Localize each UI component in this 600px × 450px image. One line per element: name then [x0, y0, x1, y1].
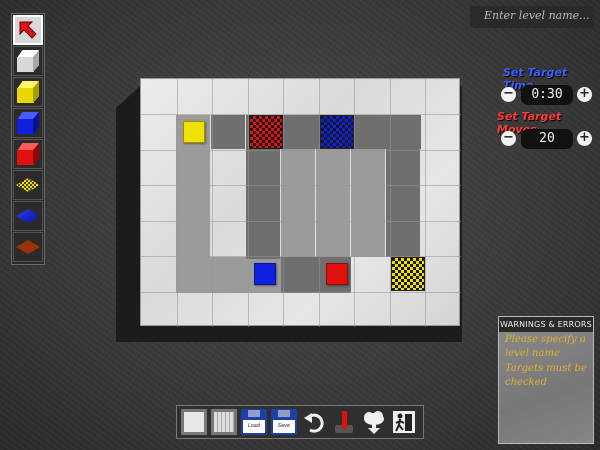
grid-frame-icon	[211, 409, 237, 435]
level-board[interactable]	[140, 78, 461, 327]
exit-button[interactable]	[390, 408, 418, 436]
red-cube-icon	[17, 143, 39, 165]
time-decrease-button[interactable]: −	[501, 87, 516, 102]
wall-frame-icon	[181, 409, 207, 435]
exit-door-icon	[393, 411, 415, 433]
grid-line	[141, 114, 461, 115]
time-increase-button[interactable]: +	[577, 87, 592, 102]
grid-line	[425, 79, 426, 327]
test-play-button[interactable]	[330, 408, 358, 436]
red-target-tool[interactable]	[13, 232, 43, 262]
grid-frame-button[interactable]	[210, 408, 238, 436]
level-name-input[interactable]: Enter level name...	[470, 6, 594, 28]
save-label: Save	[273, 420, 295, 433]
track-segment	[351, 149, 385, 257]
undo-arrow-icon	[304, 413, 324, 433]
moves-decrease-button[interactable]: −	[501, 131, 516, 146]
red-target-icon	[16, 240, 40, 254]
grid-line	[177, 79, 178, 327]
yellow-cube-tool[interactable]	[13, 77, 43, 107]
warning-item: Targets must be checked	[505, 363, 587, 388]
track-segment	[386, 149, 420, 257]
red-cube-tool[interactable]	[13, 139, 43, 169]
load-label: Load	[243, 420, 265, 433]
track-segment	[316, 149, 350, 257]
red-target[interactable]	[249, 115, 283, 149]
moves-increase-button[interactable]: +	[577, 131, 592, 146]
track-segment	[211, 115, 245, 149]
grid-line	[212, 79, 213, 327]
warnings-title: WARNINGS & ERRORS	[499, 317, 593, 332]
track-segment	[351, 115, 421, 149]
track-segment	[281, 149, 315, 257]
blue-block[interactable]	[254, 263, 276, 285]
white-cube-tool[interactable]	[13, 46, 43, 76]
grid-line	[354, 79, 355, 327]
bottom-toolbar: Load Save	[176, 405, 424, 439]
yellow-target-tool[interactable]	[13, 170, 43, 200]
arrow-tool[interactable]	[13, 15, 43, 45]
save-button[interactable]: Save	[270, 408, 298, 436]
white-cube-icon	[17, 50, 39, 72]
blue-cube-tool[interactable]	[13, 108, 43, 138]
warning-item: Please specify a level name	[505, 334, 586, 359]
yellow-target-icon	[16, 178, 40, 192]
blue-target-icon	[16, 209, 40, 223]
grid-line	[141, 185, 461, 186]
blue-target[interactable]	[320, 115, 354, 149]
wall-frame-button[interactable]	[180, 408, 208, 436]
undo-button[interactable]	[300, 408, 328, 436]
grid-line	[141, 292, 461, 293]
yellow-target[interactable]	[391, 257, 425, 291]
grid-line	[283, 79, 284, 327]
load-button[interactable]: Load	[240, 408, 268, 436]
red-block[interactable]	[326, 263, 348, 285]
grid-line	[141, 150, 461, 151]
floppy-disk-icon: Save	[271, 409, 297, 435]
blue-target-tool[interactable]	[13, 201, 43, 231]
floppy-disk-icon: Load	[241, 409, 267, 435]
tool-palette	[11, 13, 45, 265]
warnings-panel: WARNINGS & ERRORS Please specify a level…	[498, 316, 594, 444]
cloud-upload-icon	[364, 411, 384, 434]
grid-line	[141, 221, 461, 222]
yellow-block[interactable]	[183, 121, 205, 143]
target-moves-value: 20	[521, 129, 573, 149]
blue-cube-icon	[17, 112, 39, 134]
yellow-cube-icon	[17, 81, 39, 103]
track-segment	[246, 149, 280, 259]
target-time-value: 0:30	[521, 85, 573, 105]
upload-button[interactable]	[360, 408, 388, 436]
joystick-icon	[335, 411, 353, 433]
cursor-arrow-icon	[19, 21, 37, 39]
